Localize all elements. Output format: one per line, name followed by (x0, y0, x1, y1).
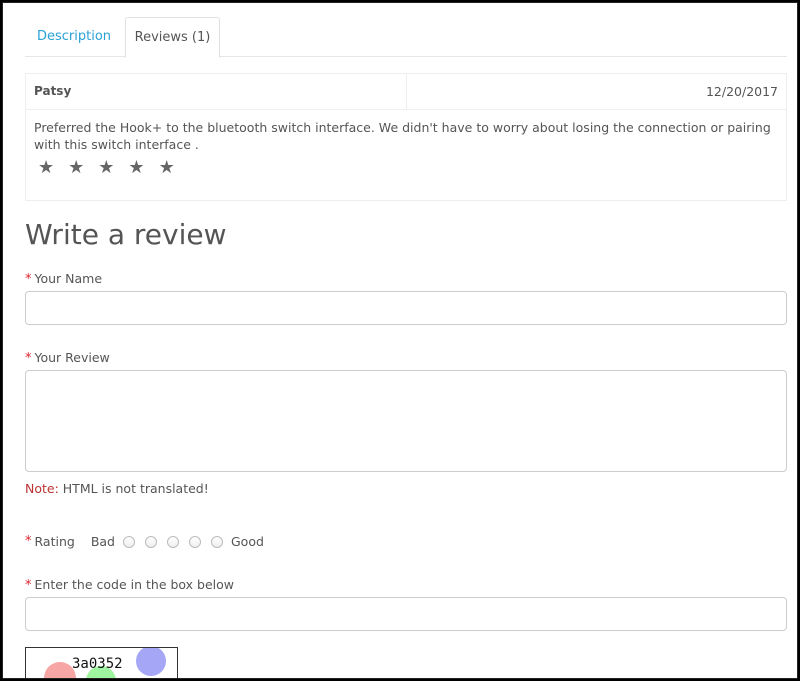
rating-radio-5[interactable] (210, 535, 223, 548)
page-frame: Description Reviews (1) Patsy 12/20/2017… (2, 2, 798, 679)
required-mark: * (25, 272, 32, 287)
required-mark: * (25, 351, 32, 366)
captcha-image: 3a0352 (25, 647, 178, 678)
write-review-title: Write a review (25, 218, 227, 251)
review-text: Preferred the Hook+ to the bluetooth swi… (34, 120, 771, 152)
rating-label: Rating (34, 534, 75, 549)
tab-description[interactable]: Description (25, 17, 123, 57)
note-text: HTML is not translated! (58, 481, 209, 496)
star-icon: ★ (98, 157, 115, 178)
captcha-label-text: Enter the code in the box below (34, 577, 235, 592)
captcha-label: * Enter the code in the box below (25, 577, 234, 593)
html-note: Note: HTML is not translated! (25, 481, 209, 496)
review-date: 12/20/2017 (705, 84, 778, 99)
product-tabs: Description Reviews (1) (25, 17, 787, 58)
review-label-text: Your Review (34, 350, 110, 365)
tab-reviews[interactable]: Reviews (1) (125, 17, 220, 58)
star-icon: ★ (158, 157, 175, 178)
name-label-text: Your Name (34, 271, 103, 286)
captcha-blob-blue (136, 648, 166, 676)
review-label: * Your Review (25, 350, 110, 366)
star-icon: ★ (68, 157, 85, 178)
rating-radio-1[interactable] (122, 535, 135, 548)
name-label: * Your Name (25, 271, 102, 287)
captcha-input[interactable] (25, 597, 787, 631)
note-label: Note: (25, 481, 59, 496)
star-icon: ★ (38, 157, 55, 178)
rating-bad-label: Bad (90, 534, 115, 549)
review-textarea[interactable] (25, 370, 787, 472)
review-header-divider (406, 74, 407, 110)
rating-good-label: Good (230, 534, 264, 549)
rating-row: * Rating Bad Good (25, 534, 270, 549)
rating-radio-3[interactable] (166, 535, 179, 548)
rating-radio-2[interactable] (144, 535, 157, 548)
required-mark: * (25, 534, 32, 549)
review-header: Patsy 12/20/2017 (26, 74, 786, 110)
review-card: Patsy 12/20/2017 Preferred the Hook+ to … (25, 73, 787, 201)
review-star-rating: ★ ★ ★ ★ ★ (38, 158, 175, 178)
review-author: Patsy (34, 84, 72, 98)
name-input[interactable] (25, 291, 787, 325)
required-mark: * (25, 578, 32, 593)
star-icon: ★ (128, 157, 145, 178)
captcha-code: 3a0352 (72, 656, 123, 672)
rating-radio-4[interactable] (188, 535, 201, 548)
